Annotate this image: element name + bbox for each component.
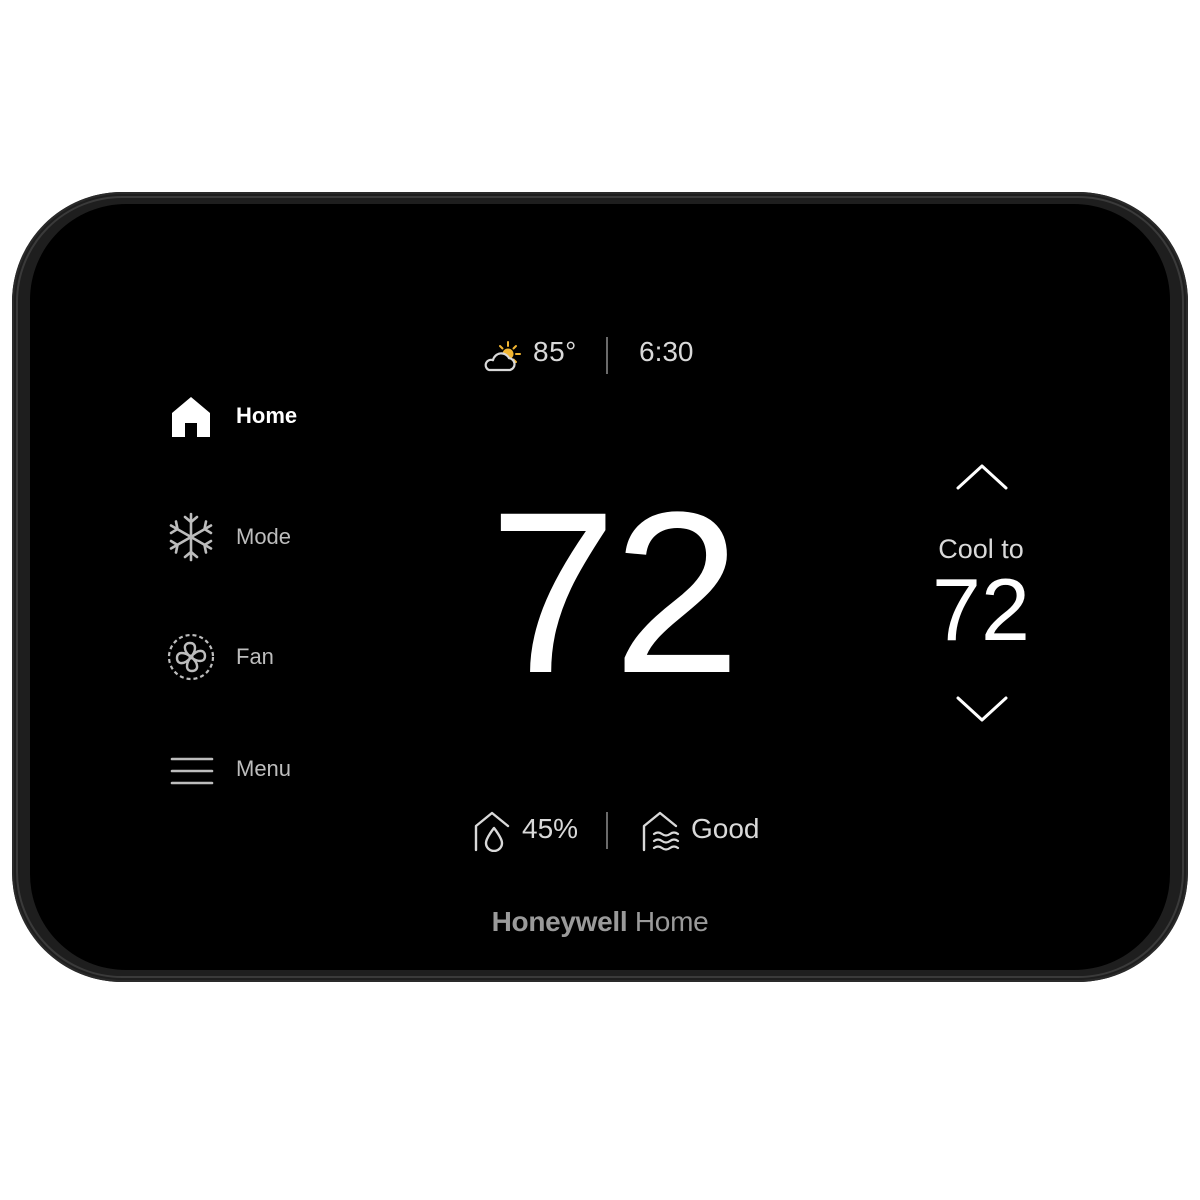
sidebar-item-home[interactable]: Home bbox=[162, 385, 362, 445]
brand-primary: Honeywell bbox=[491, 906, 628, 937]
hamburger-menu-icon bbox=[170, 757, 214, 785]
status-divider bbox=[606, 337, 608, 374]
air-quality-icon bbox=[642, 811, 680, 852]
chevron-up-icon[interactable] bbox=[954, 460, 1010, 494]
brand-secondary: Home bbox=[634, 906, 709, 937]
partly-sunny-icon bbox=[484, 341, 521, 372]
sidebar-item-label: Fan bbox=[236, 644, 274, 669]
sidebar-item-label: Home bbox=[236, 403, 298, 428]
sidebar-item-label: Menu bbox=[236, 756, 292, 781]
setpoint-value: 72 bbox=[932, 560, 1030, 659]
air-quality-status: Good bbox=[691, 813, 760, 844]
humidity-icon bbox=[474, 811, 510, 852]
fan-icon bbox=[167, 633, 215, 681]
sidebar-item-label: Mode bbox=[236, 524, 292, 549]
home-icon bbox=[172, 397, 210, 437]
chevron-down-icon[interactable] bbox=[954, 692, 1010, 726]
current-temperature: 72 bbox=[489, 464, 741, 721]
sidebar-item-menu[interactable]: Menu bbox=[162, 738, 362, 798]
snowflake-icon bbox=[169, 512, 213, 562]
brand-logo: Honeywell Home bbox=[400, 906, 800, 938]
status-divider bbox=[606, 812, 608, 849]
indoor-humidity: 45% bbox=[522, 813, 579, 844]
sidebar-item-fan[interactable]: Fan bbox=[162, 626, 362, 686]
outdoor-temperature: 85° bbox=[533, 336, 577, 367]
sidebar-item-mode[interactable]: Mode bbox=[162, 506, 362, 566]
clock-time: 6:30 bbox=[639, 336, 694, 367]
